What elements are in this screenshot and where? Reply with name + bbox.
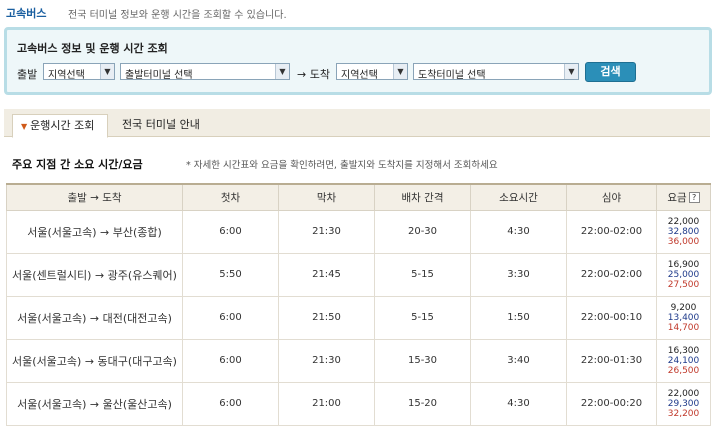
col-night: 심야 bbox=[566, 183, 657, 211]
fare-night: 26,500 bbox=[667, 365, 700, 376]
interval-cell: 5-15 bbox=[374, 252, 471, 297]
interval-cell: 15-20 bbox=[374, 381, 471, 426]
fare-night: 32,200 bbox=[667, 408, 700, 419]
table-row: 서울(센트럴시티) → 광주(유스퀘어) 5:50 21:45 5-15 3:3… bbox=[6, 252, 711, 297]
night-cell: 22:00-02:00 bbox=[566, 209, 657, 254]
page-description: 전국 터미널 정보와 운행 시간을 조회할 수 있습니다. bbox=[68, 10, 287, 21]
arrive-region-select[interactable]: 지역선택 ▼ bbox=[336, 63, 408, 81]
fare-cell: 9,200 13,400 14,700 bbox=[656, 295, 711, 340]
fare-premium: 24,100 bbox=[667, 355, 700, 366]
table-row: 서울(서울고속) → 부산(종합) 6:00 21:30 20-30 4:30 … bbox=[6, 209, 711, 254]
depart-terminal-select[interactable]: 출발터미널 선택 ▼ bbox=[120, 63, 290, 81]
fare-night: 27,500 bbox=[667, 279, 700, 290]
section-title: 주요 지점 간 소요 시간/요금 bbox=[12, 158, 143, 171]
fare-regular: 22,000 bbox=[667, 216, 700, 227]
fare-regular: 16,900 bbox=[667, 259, 700, 270]
table-row: 서울(서울고속) → 대전(대전고속) 6:00 21:50 5-15 1:50… bbox=[6, 295, 711, 340]
fare-regular: 16,300 bbox=[667, 345, 700, 356]
page-title: 고속버스 bbox=[6, 7, 47, 20]
col-interval: 배차 간격 bbox=[374, 183, 471, 211]
route-cell: 서울(서울고속) → 울산(울산고속) bbox=[6, 381, 183, 426]
tab-bar: ▼ 운행시간 조회 전국 터미널 안내 bbox=[4, 109, 710, 138]
col-duration: 소요시간 bbox=[470, 183, 567, 211]
depart-region-select[interactable]: 지역선택 ▼ bbox=[43, 63, 115, 81]
fare-night: 36,000 bbox=[667, 236, 700, 247]
interval-cell: 5-15 bbox=[374, 295, 471, 340]
night-cell: 22:00-02:00 bbox=[566, 252, 657, 297]
duration-cell: 4:30 bbox=[470, 381, 567, 426]
table-row: 서울(서울고속) → 동대구(대구고속) 6:00 21:30 15-30 3:… bbox=[6, 338, 711, 383]
first-bus-cell: 6:00 bbox=[182, 338, 279, 383]
page-header: 고속버스 전국 터미널 정보와 운행 시간을 조회할 수 있습니다. bbox=[0, 0, 720, 24]
table-header-row: 출발 → 도착 첫차 막차 배차 간격 소요시간 심야 요금? bbox=[6, 183, 711, 211]
first-bus-cell: 5:50 bbox=[182, 252, 279, 297]
depart-label: 출발 bbox=[17, 68, 38, 81]
tab-terminals[interactable]: 전국 터미널 안내 bbox=[122, 114, 200, 138]
fare-premium: 25,000 bbox=[667, 269, 700, 280]
night-cell: 22:00-01:30 bbox=[566, 338, 657, 383]
arrive-terminal-value: 도착터미널 선택 bbox=[418, 70, 486, 81]
fare-premium: 32,800 bbox=[667, 226, 700, 237]
fare-regular: 9,200 bbox=[670, 302, 697, 313]
last-bus-cell: 21:50 bbox=[278, 295, 375, 340]
fare-regular: 22,000 bbox=[667, 388, 700, 399]
col-fare-label: 요금 bbox=[667, 191, 687, 204]
table-row: 서울(서울고속) → 울산(울산고속) 6:00 21:00 15-20 4:3… bbox=[6, 381, 711, 426]
first-bus-cell: 6:00 bbox=[182, 381, 279, 426]
col-first: 첫차 bbox=[182, 183, 279, 211]
night-cell: 22:00-00:10 bbox=[566, 295, 657, 340]
search-row: 출발 지역선택 ▼ 출발터미널 선택 ▼ → 도착 지역선택 ▼ 도착터미널 선… bbox=[17, 62, 707, 82]
route-cell: 서울(서울고속) → 부산(종합) bbox=[6, 209, 183, 254]
search-button[interactable]: 검색 bbox=[585, 62, 636, 82]
tab-schedule-label: 운행시간 조회 bbox=[30, 119, 95, 132]
last-bus-cell: 21:00 bbox=[278, 381, 375, 426]
chevron-down-icon: ▼ bbox=[275, 64, 289, 79]
interval-cell: 20-30 bbox=[374, 209, 471, 254]
triangle-down-icon: ▼ bbox=[21, 122, 28, 131]
arrive-label: → 도착 bbox=[297, 68, 330, 81]
chevron-down-icon: ▼ bbox=[100, 64, 114, 79]
chevron-down-icon: ▼ bbox=[393, 64, 407, 79]
duration-cell: 1:50 bbox=[470, 295, 567, 340]
fare-night: 14,700 bbox=[667, 322, 700, 333]
col-fare: 요금? bbox=[656, 183, 711, 211]
question-icon[interactable]: ? bbox=[688, 192, 700, 204]
fare-premium: 13,400 bbox=[667, 312, 700, 323]
route-cell: 서울(센트럴시티) → 광주(유스퀘어) bbox=[6, 252, 183, 297]
arrive-region-value: 지역선택 bbox=[341, 70, 378, 81]
last-bus-cell: 21:30 bbox=[278, 209, 375, 254]
col-last: 막차 bbox=[278, 183, 375, 211]
section-note: * 자세한 시간표와 요금을 확인하려면, 출발지와 도착지를 지정해서 조회하… bbox=[186, 160, 498, 171]
interval-cell: 15-30 bbox=[374, 338, 471, 383]
route-cell: 서울(서울고속) → 대전(대전고속) bbox=[6, 295, 183, 340]
duration-cell: 3:30 bbox=[470, 252, 567, 297]
first-bus-cell: 6:00 bbox=[182, 209, 279, 254]
first-bus-cell: 6:00 bbox=[182, 295, 279, 340]
search-panel-title: 고속버스 정보 및 운행 시간 조회 bbox=[17, 42, 168, 55]
fare-cell: 22,000 29,300 32,200 bbox=[656, 381, 711, 426]
fare-cell: 16,300 24,100 26,500 bbox=[656, 338, 711, 383]
arrive-terminal-select[interactable]: 도착터미널 선택 ▼ bbox=[413, 63, 579, 81]
duration-cell: 3:40 bbox=[470, 338, 567, 383]
col-route: 출발 → 도착 bbox=[6, 183, 183, 211]
night-cell: 22:00-00:20 bbox=[566, 381, 657, 426]
last-bus-cell: 21:45 bbox=[278, 252, 375, 297]
search-panel: 고속버스 정보 및 운행 시간 조회 출발 지역선택 ▼ 출발터미널 선택 ▼ … bbox=[4, 27, 712, 95]
fare-cell: 16,900 25,000 27,500 bbox=[656, 252, 711, 297]
fare-premium: 29,300 bbox=[667, 398, 700, 409]
duration-cell: 4:30 bbox=[470, 209, 567, 254]
chevron-down-icon: ▼ bbox=[564, 64, 578, 79]
route-cell: 서울(서울고속) → 동대구(대구고속) bbox=[6, 338, 183, 383]
tab-schedule[interactable]: ▼ 운행시간 조회 bbox=[12, 114, 108, 138]
fare-cell: 22,000 32,800 36,000 bbox=[656, 209, 711, 254]
depart-region-value: 지역선택 bbox=[48, 70, 85, 81]
depart-terminal-value: 출발터미널 선택 bbox=[125, 70, 193, 81]
last-bus-cell: 21:30 bbox=[278, 338, 375, 383]
schedule-table: 출발 → 도착 첫차 막차 배차 간격 소요시간 심야 요금? 서울(서울고속)… bbox=[6, 183, 711, 426]
